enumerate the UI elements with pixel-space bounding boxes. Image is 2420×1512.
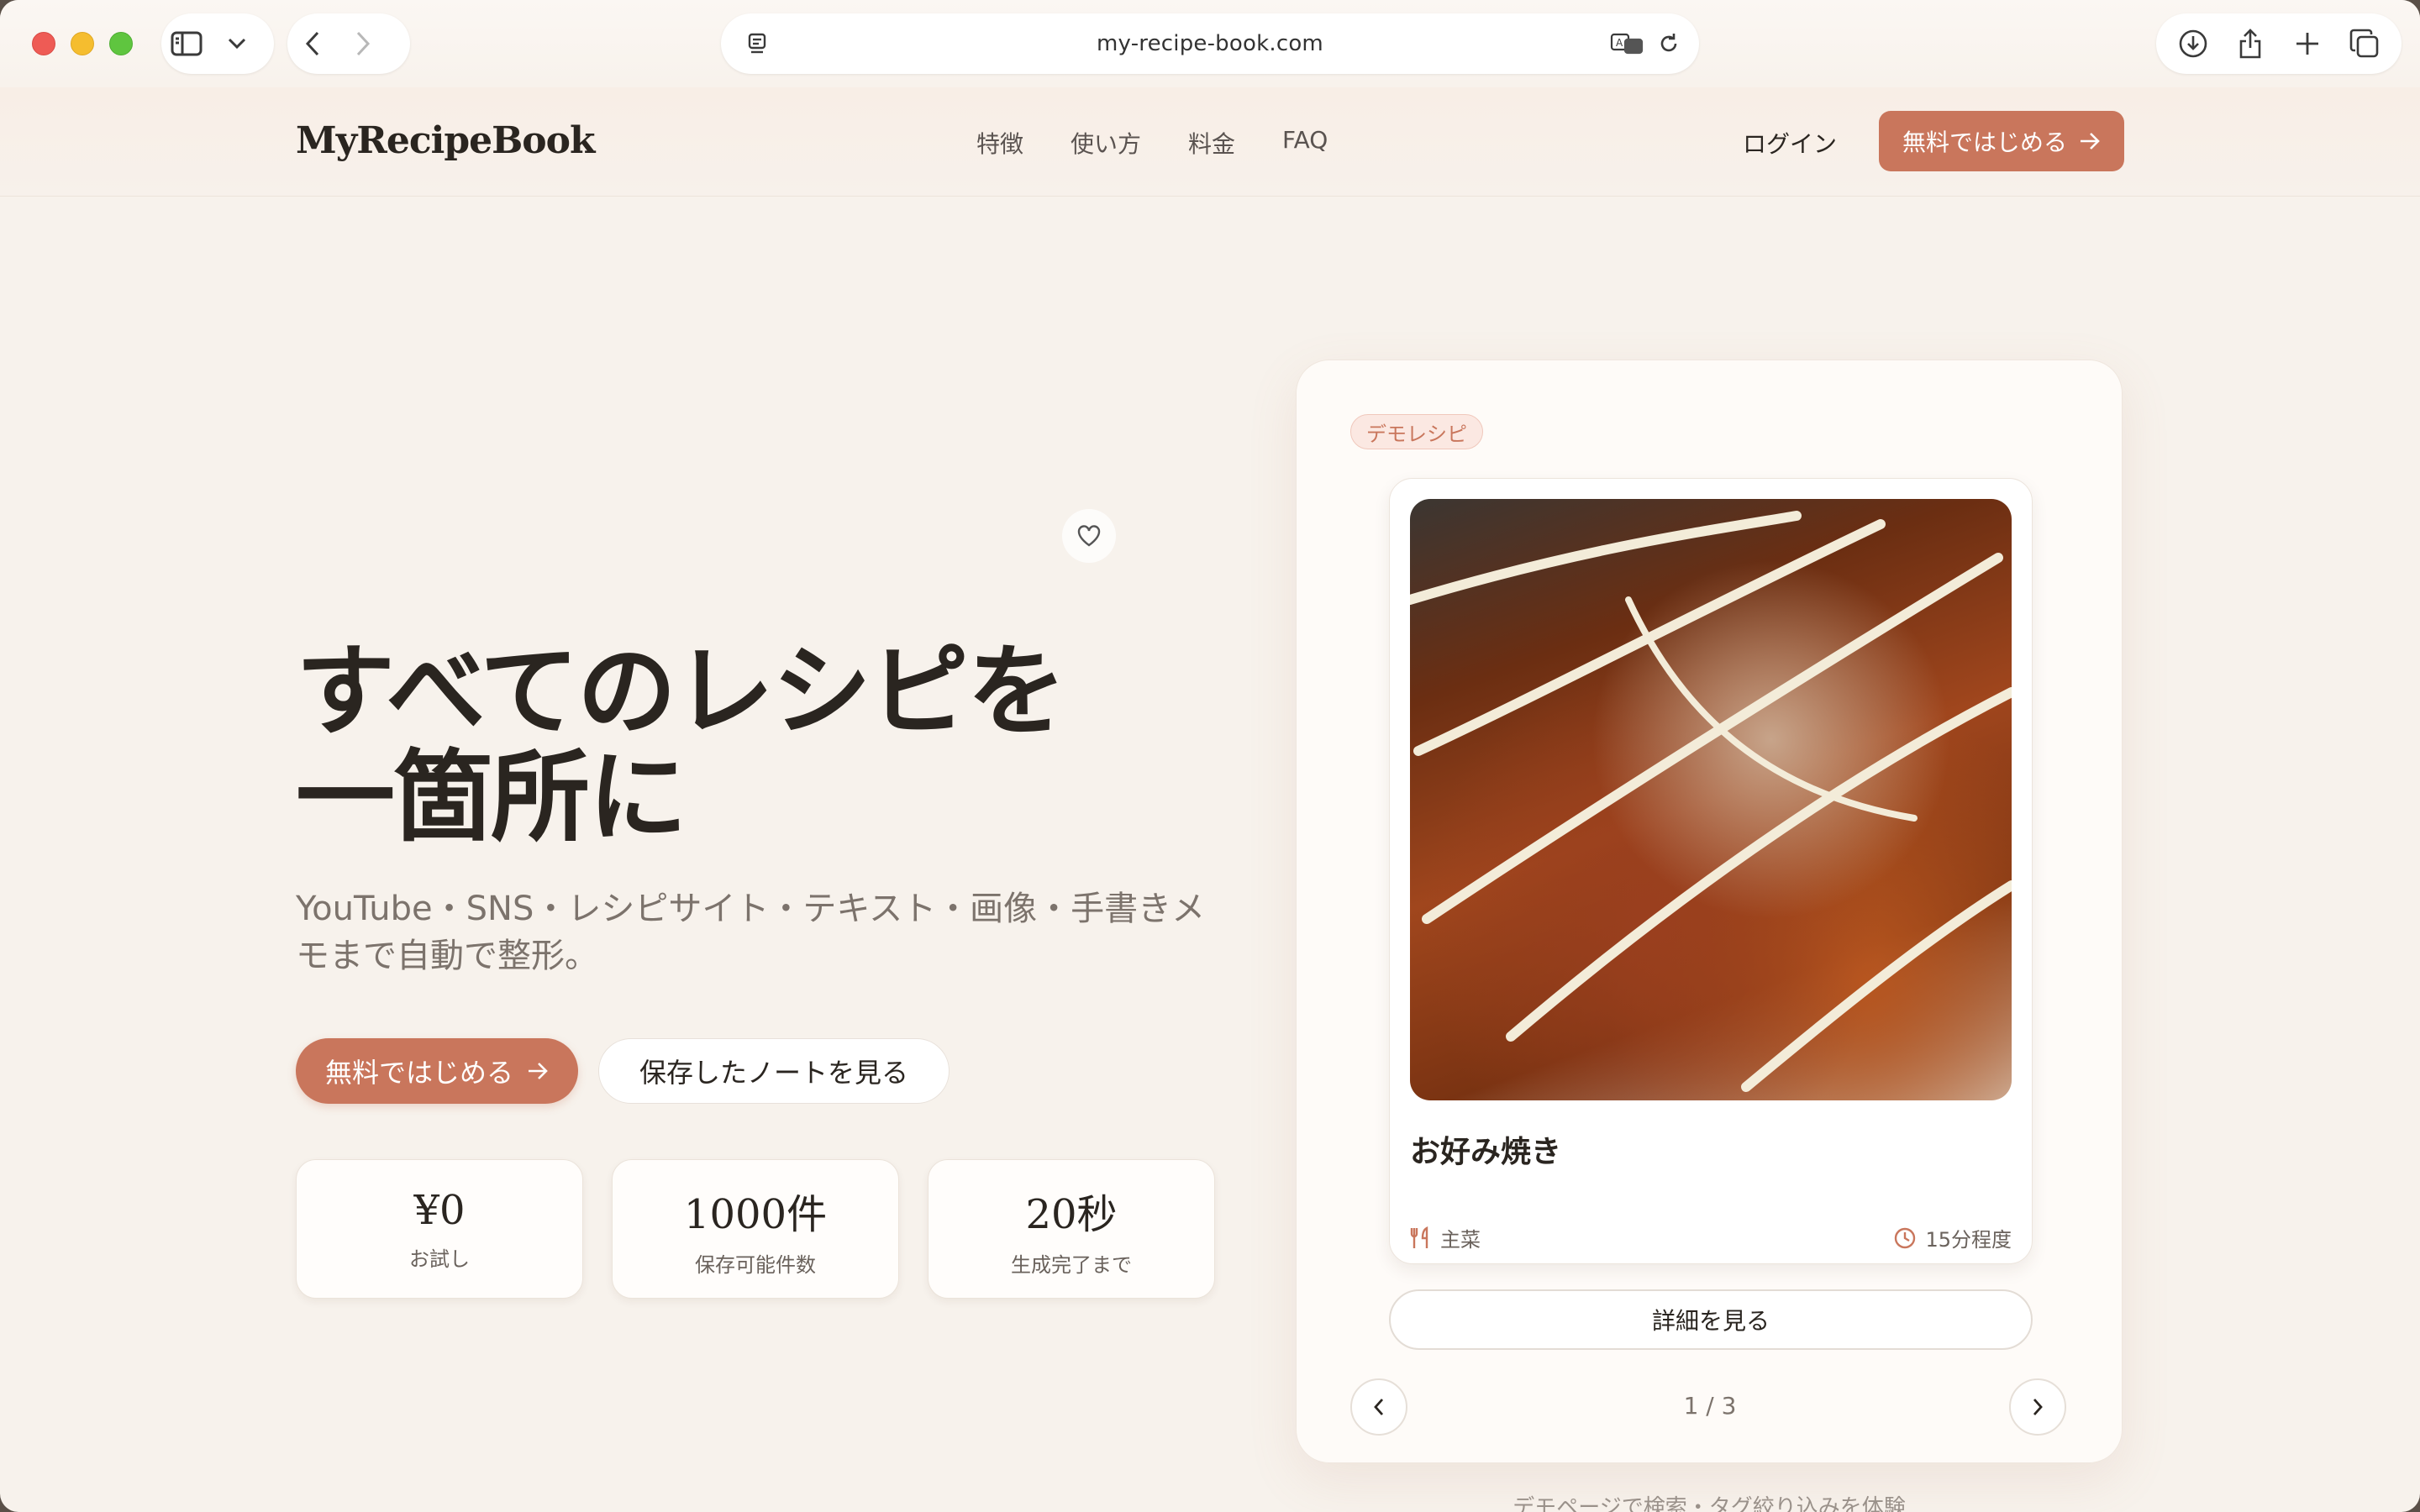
login-link[interactable]: ログイン xyxy=(1743,126,1837,160)
toolbar-actions xyxy=(2156,13,2402,74)
zoom-window-button[interactable] xyxy=(109,32,133,55)
nav-how-to[interactable]: 使い方 xyxy=(1071,126,1141,160)
clock-icon xyxy=(1895,1227,1916,1248)
recipe-time-label: 15分程度 xyxy=(1925,1228,2012,1252)
demo-note[interactable]: デモページで検索・タグ絞り込みを体験 xyxy=(1296,1490,2123,1512)
svg-text:A: A xyxy=(1616,37,1623,49)
recipe-image xyxy=(1410,499,2012,1100)
recipe-category-label: 主菜 xyxy=(1440,1228,1481,1252)
page-menu-icon[interactable] xyxy=(733,18,783,69)
back-icon[interactable] xyxy=(287,18,338,69)
demo-badge: デモレシピ xyxy=(1350,414,1483,449)
download-icon[interactable] xyxy=(2168,18,2218,69)
hero-signup-label: 無料ではじめる xyxy=(324,1057,513,1089)
address-bar[interactable]: my-recipe-book.com A xyxy=(721,13,1699,74)
nav-pricing[interactable]: 料金 xyxy=(1188,126,1235,160)
view-details-button[interactable]: 詳細を見る xyxy=(1389,1289,2033,1350)
recipe-name: お好み焼き xyxy=(1410,1135,1562,1169)
next-recipe-button[interactable] xyxy=(2009,1378,2066,1436)
stat-label: お試し xyxy=(409,1247,470,1271)
chevron-down-icon[interactable] xyxy=(212,18,262,69)
nav-features[interactable]: 特徴 xyxy=(976,126,1023,160)
header-signup-button[interactable]: 無料ではじめる xyxy=(1879,111,2124,171)
reload-icon[interactable] xyxy=(1652,18,1686,69)
recipe-category: 主菜 xyxy=(1410,1223,1481,1252)
main-nav: 特徴 使い方 料金 FAQ xyxy=(976,126,1328,160)
chevron-right-icon xyxy=(2033,1399,2043,1415)
stat-card: ¥0 お試し xyxy=(296,1159,583,1299)
hero-subtitle: YouTube・SNS・レシピサイト・テキスト・画像・手書きメモまで自動で整形。 xyxy=(296,890,1206,975)
hero-signup-button[interactable]: 無料ではじめる xyxy=(296,1038,578,1104)
sidebar-icon[interactable] xyxy=(161,18,212,69)
sidebar-toggle-group xyxy=(161,13,274,74)
stat-label: 保存可能件数 xyxy=(695,1252,816,1277)
arrow-right-icon xyxy=(2081,133,2100,150)
hero-title-line1: すべてのレシピを xyxy=(296,633,1066,749)
header-signup-label: 無料ではじめる xyxy=(1902,129,2067,155)
stat-value: 1000件 xyxy=(683,1190,828,1238)
pager-indicator: 1 / 3 xyxy=(1683,1392,1737,1420)
stat-card: 1000件 保存可能件数 xyxy=(612,1159,899,1299)
url-text: my-recipe-book.com xyxy=(1097,31,1323,56)
hero-title: すべてのレシピを 一箇所に xyxy=(296,638,1066,850)
stat-card: 20秒 生成完了まで xyxy=(928,1159,1215,1299)
stat-label: 生成完了まで xyxy=(1011,1252,1132,1277)
view-saved-notes-button[interactable]: 保存したノートを見る xyxy=(598,1038,950,1104)
navigation-buttons xyxy=(287,13,410,74)
stat-value: 20秒 xyxy=(1025,1190,1118,1238)
new-tab-icon[interactable] xyxy=(2282,18,2333,69)
browser-window: my-recipe-book.com A MyRecipeBook 特徴 使い方… xyxy=(0,0,2420,1512)
share-icon[interactable] xyxy=(2225,18,2275,69)
utensils-icon xyxy=(1410,1226,1428,1248)
tab-overview-icon[interactable] xyxy=(2339,18,2390,69)
arrow-right-icon xyxy=(529,1063,548,1079)
nav-faq[interactable]: FAQ xyxy=(1282,126,1328,160)
site-header: MyRecipeBook 特徴 使い方 料金 FAQ ログイン 無料ではじめる xyxy=(0,87,2420,197)
close-window-button[interactable] xyxy=(32,32,55,55)
stats-row: ¥0 お試し 1000件 保存可能件数 20秒 生成完了まで xyxy=(296,1159,1215,1299)
hero-title-line2: 一箇所に xyxy=(296,739,687,855)
site-logo[interactable]: MyRecipeBook xyxy=(296,119,595,162)
favorite-button[interactable] xyxy=(1062,509,1116,563)
heart-icon xyxy=(1077,525,1101,547)
recipe-card[interactable]: お好み焼き 主菜 15分程度 xyxy=(1389,478,2033,1264)
forward-icon[interactable] xyxy=(338,18,388,69)
stat-value: ¥0 xyxy=(413,1186,466,1234)
translate-icon[interactable]: A xyxy=(1602,18,1652,69)
minimize-window-button[interactable] xyxy=(71,32,94,55)
browser-toolbar: my-recipe-book.com A xyxy=(0,0,2420,87)
recipe-time: 15分程度 xyxy=(1893,1223,2012,1252)
demo-recipe-panel: デモレシピ お好み焼き 主菜 15分程度 詳細を見る 1 / 3 xyxy=(1296,360,2123,1463)
